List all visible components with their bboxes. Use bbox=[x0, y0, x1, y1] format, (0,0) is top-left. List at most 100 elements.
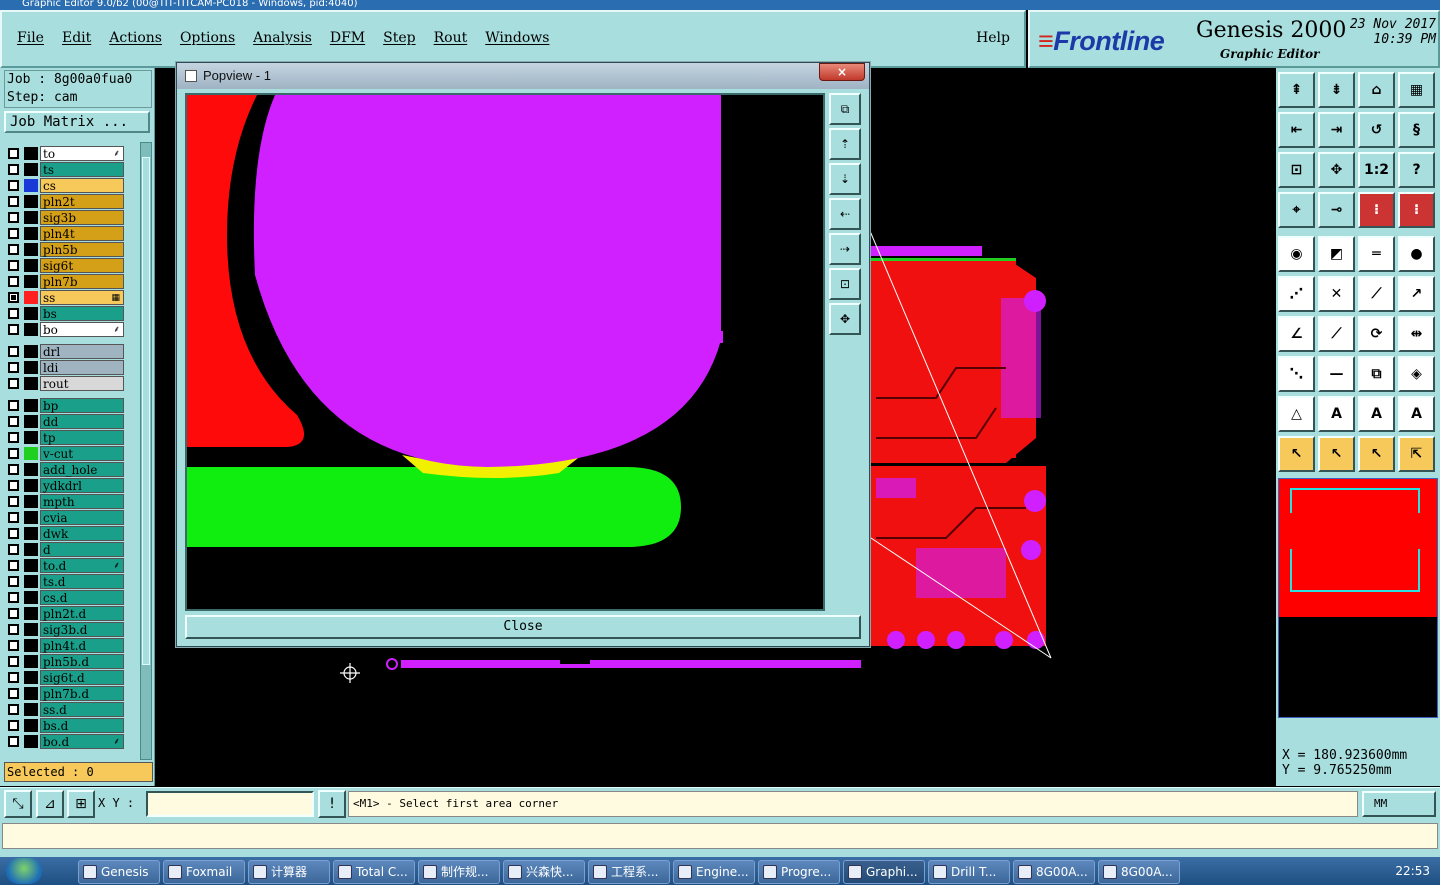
layer-color-swatch[interactable] bbox=[24, 307, 38, 320]
taskbar-item[interactable]: Drill T... bbox=[928, 860, 1010, 884]
fit-icon[interactable]: ⊡ bbox=[1278, 152, 1315, 188]
layer-name[interactable]: cs bbox=[40, 178, 124, 193]
layer-checkbox[interactable] bbox=[8, 324, 19, 335]
layer-color-swatch[interactable] bbox=[24, 179, 38, 192]
scale-1-2-icon[interactable]: 1:2 bbox=[1358, 152, 1395, 188]
tri-icon[interactable]: △ bbox=[1278, 396, 1315, 432]
layer-name[interactable]: tp bbox=[40, 430, 124, 445]
layer-color-swatch[interactable] bbox=[24, 275, 38, 288]
menu-help[interactable]: Help bbox=[976, 30, 1010, 46]
layer-checkbox[interactable] bbox=[8, 260, 19, 271]
layer-row-bo.d[interactable]: bo.d ⸙ bbox=[4, 734, 124, 749]
layer-color-swatch[interactable] bbox=[24, 703, 38, 716]
taskbar-item[interactable]: Progre... bbox=[758, 860, 840, 884]
bracket-icon[interactable]: ⧉ bbox=[1358, 356, 1395, 392]
layer-checkbox[interactable] bbox=[8, 688, 19, 699]
nodes-icon[interactable]: ⋰ bbox=[1278, 276, 1315, 312]
menu-rout[interactable]: Rout bbox=[425, 30, 477, 46]
center-icon[interactable]: ✥ bbox=[1318, 152, 1355, 188]
layer-color-swatch[interactable] bbox=[24, 211, 38, 224]
taskbar-item[interactable]: Engine... bbox=[673, 860, 755, 884]
layer-row-drl[interactable]: drl bbox=[4, 344, 124, 359]
layer-name[interactable]: bs bbox=[40, 306, 124, 321]
layer-row-pln2t[interactable]: pln2t bbox=[4, 194, 124, 209]
tri-a-icon[interactable]: A bbox=[1318, 396, 1355, 432]
layer-row-ss.d[interactable]: ss.d bbox=[4, 702, 124, 717]
layer-name[interactable]: bo ⸙ bbox=[40, 322, 124, 337]
move-down-icon[interactable]: ⇟ bbox=[1318, 72, 1355, 108]
cursor-4-icon[interactable]: ⇱ bbox=[1398, 436, 1435, 472]
layer-color-swatch[interactable] bbox=[24, 655, 38, 668]
layer-checkbox[interactable] bbox=[8, 148, 19, 159]
layer-name[interactable]: ss ▦ bbox=[40, 290, 124, 305]
layer-name[interactable]: to ⸙ bbox=[40, 146, 124, 161]
layer-row-to.d[interactable]: to.d ⸙ bbox=[4, 558, 124, 573]
layer-name[interactable]: pln5b bbox=[40, 242, 124, 257]
layer-color-swatch[interactable] bbox=[24, 345, 38, 358]
menu-dfm[interactable]: DFM bbox=[321, 30, 374, 46]
layer-checkbox[interactable] bbox=[8, 212, 19, 223]
layer-checkbox[interactable] bbox=[8, 448, 19, 459]
layer-name[interactable]: add_hole bbox=[40, 462, 124, 477]
layer-row-sig6t[interactable]: sig6t bbox=[4, 258, 124, 273]
layer-row-dwk[interactable]: dwk bbox=[4, 526, 124, 541]
move-up-icon[interactable]: ⇞ bbox=[1278, 72, 1315, 108]
layer-name[interactable]: pln5b.d bbox=[40, 654, 124, 669]
layer-name[interactable]: dd bbox=[40, 414, 124, 429]
layer-row-ldi[interactable]: ldi bbox=[4, 360, 124, 375]
layer-row-cs[interactable]: cs bbox=[4, 178, 124, 193]
move-left-icon[interactable]: ⇤ bbox=[1278, 112, 1315, 148]
taskbar-item[interactable]: Graphi... bbox=[843, 860, 925, 884]
scrollbar-thumb[interactable] bbox=[142, 157, 150, 665]
job-matrix-button[interactable]: Job Matrix ... bbox=[4, 111, 150, 133]
snap-icon[interactable]: ⊸ bbox=[1318, 192, 1355, 228]
layer-color-swatch[interactable] bbox=[24, 195, 38, 208]
layer-color-swatch[interactable] bbox=[24, 591, 38, 604]
layer-color-swatch[interactable] bbox=[24, 431, 38, 444]
taskbar-item[interactable]: 工程系... bbox=[588, 860, 670, 884]
xy-input[interactable] bbox=[146, 791, 314, 817]
menu-file[interactable]: File bbox=[8, 30, 53, 46]
layer-checkbox[interactable] bbox=[8, 346, 19, 357]
layer-color-swatch[interactable] bbox=[24, 415, 38, 428]
layer-name[interactable]: cs.d bbox=[40, 590, 124, 605]
taskbar-item[interactable]: Genesis bbox=[78, 860, 160, 884]
zoom-area-icon[interactable]: ⤡ bbox=[4, 790, 32, 818]
layer-row-dd[interactable]: dd bbox=[4, 414, 124, 429]
layer-color-swatch[interactable] bbox=[24, 687, 38, 700]
zoom-window-icon[interactable]: ⧉ bbox=[829, 93, 861, 125]
zoom-back-icon[interactable]: ↺ bbox=[1358, 112, 1395, 148]
layer-color-swatch[interactable] bbox=[24, 639, 38, 652]
layer-color-swatch[interactable] bbox=[24, 719, 38, 732]
layer-row-ts.d[interactable]: ts.d bbox=[4, 574, 124, 589]
layer-color-swatch[interactable] bbox=[24, 575, 38, 588]
layer-checkbox[interactable] bbox=[8, 656, 19, 667]
layer-checkbox[interactable] bbox=[8, 608, 19, 619]
layer-name[interactable]: sig3b.d bbox=[40, 622, 124, 637]
layer-color-swatch[interactable] bbox=[24, 463, 38, 476]
slash-icon[interactable]: ∠ bbox=[1278, 316, 1315, 352]
grid-icon[interactable]: ⊞ bbox=[67, 790, 95, 818]
move-right-icon[interactable]: ⇥ bbox=[1318, 112, 1355, 148]
layer-checkbox[interactable] bbox=[8, 624, 19, 635]
layer-row-v-cut[interactable]: v-cut bbox=[4, 446, 124, 461]
layer-row-sig3b[interactable]: sig3b bbox=[4, 210, 124, 225]
layer-checkbox[interactable] bbox=[8, 362, 19, 373]
ruler-icon[interactable]: ═ bbox=[1358, 236, 1395, 272]
layer-row-bp[interactable]: bp bbox=[4, 398, 124, 413]
layer-row-ydkdrl[interactable]: ydkdrl bbox=[4, 478, 124, 493]
layer-color-swatch[interactable] bbox=[24, 671, 38, 684]
layer-row-cs.d[interactable]: cs.d bbox=[4, 590, 124, 605]
layer-checkbox[interactable] bbox=[8, 292, 19, 303]
layer-checkbox[interactable] bbox=[8, 464, 19, 475]
cursor-2-icon[interactable]: ↖ bbox=[1318, 436, 1355, 472]
layer-name[interactable]: drl bbox=[40, 344, 124, 359]
popview-canvas[interactable] bbox=[185, 93, 825, 611]
line-icon[interactable]: — bbox=[1318, 356, 1355, 392]
layer-row-pln4t[interactable]: pln4t bbox=[4, 226, 124, 241]
layer-color-swatch[interactable] bbox=[24, 361, 38, 374]
layer-row-sig6t.d[interactable]: sig6t.d bbox=[4, 670, 124, 685]
menu-windows[interactable]: Windows bbox=[476, 30, 558, 46]
line-red-icon[interactable]: ⟋ bbox=[1358, 276, 1395, 312]
layer-a-icon[interactable]: ⁝ bbox=[1358, 192, 1395, 228]
